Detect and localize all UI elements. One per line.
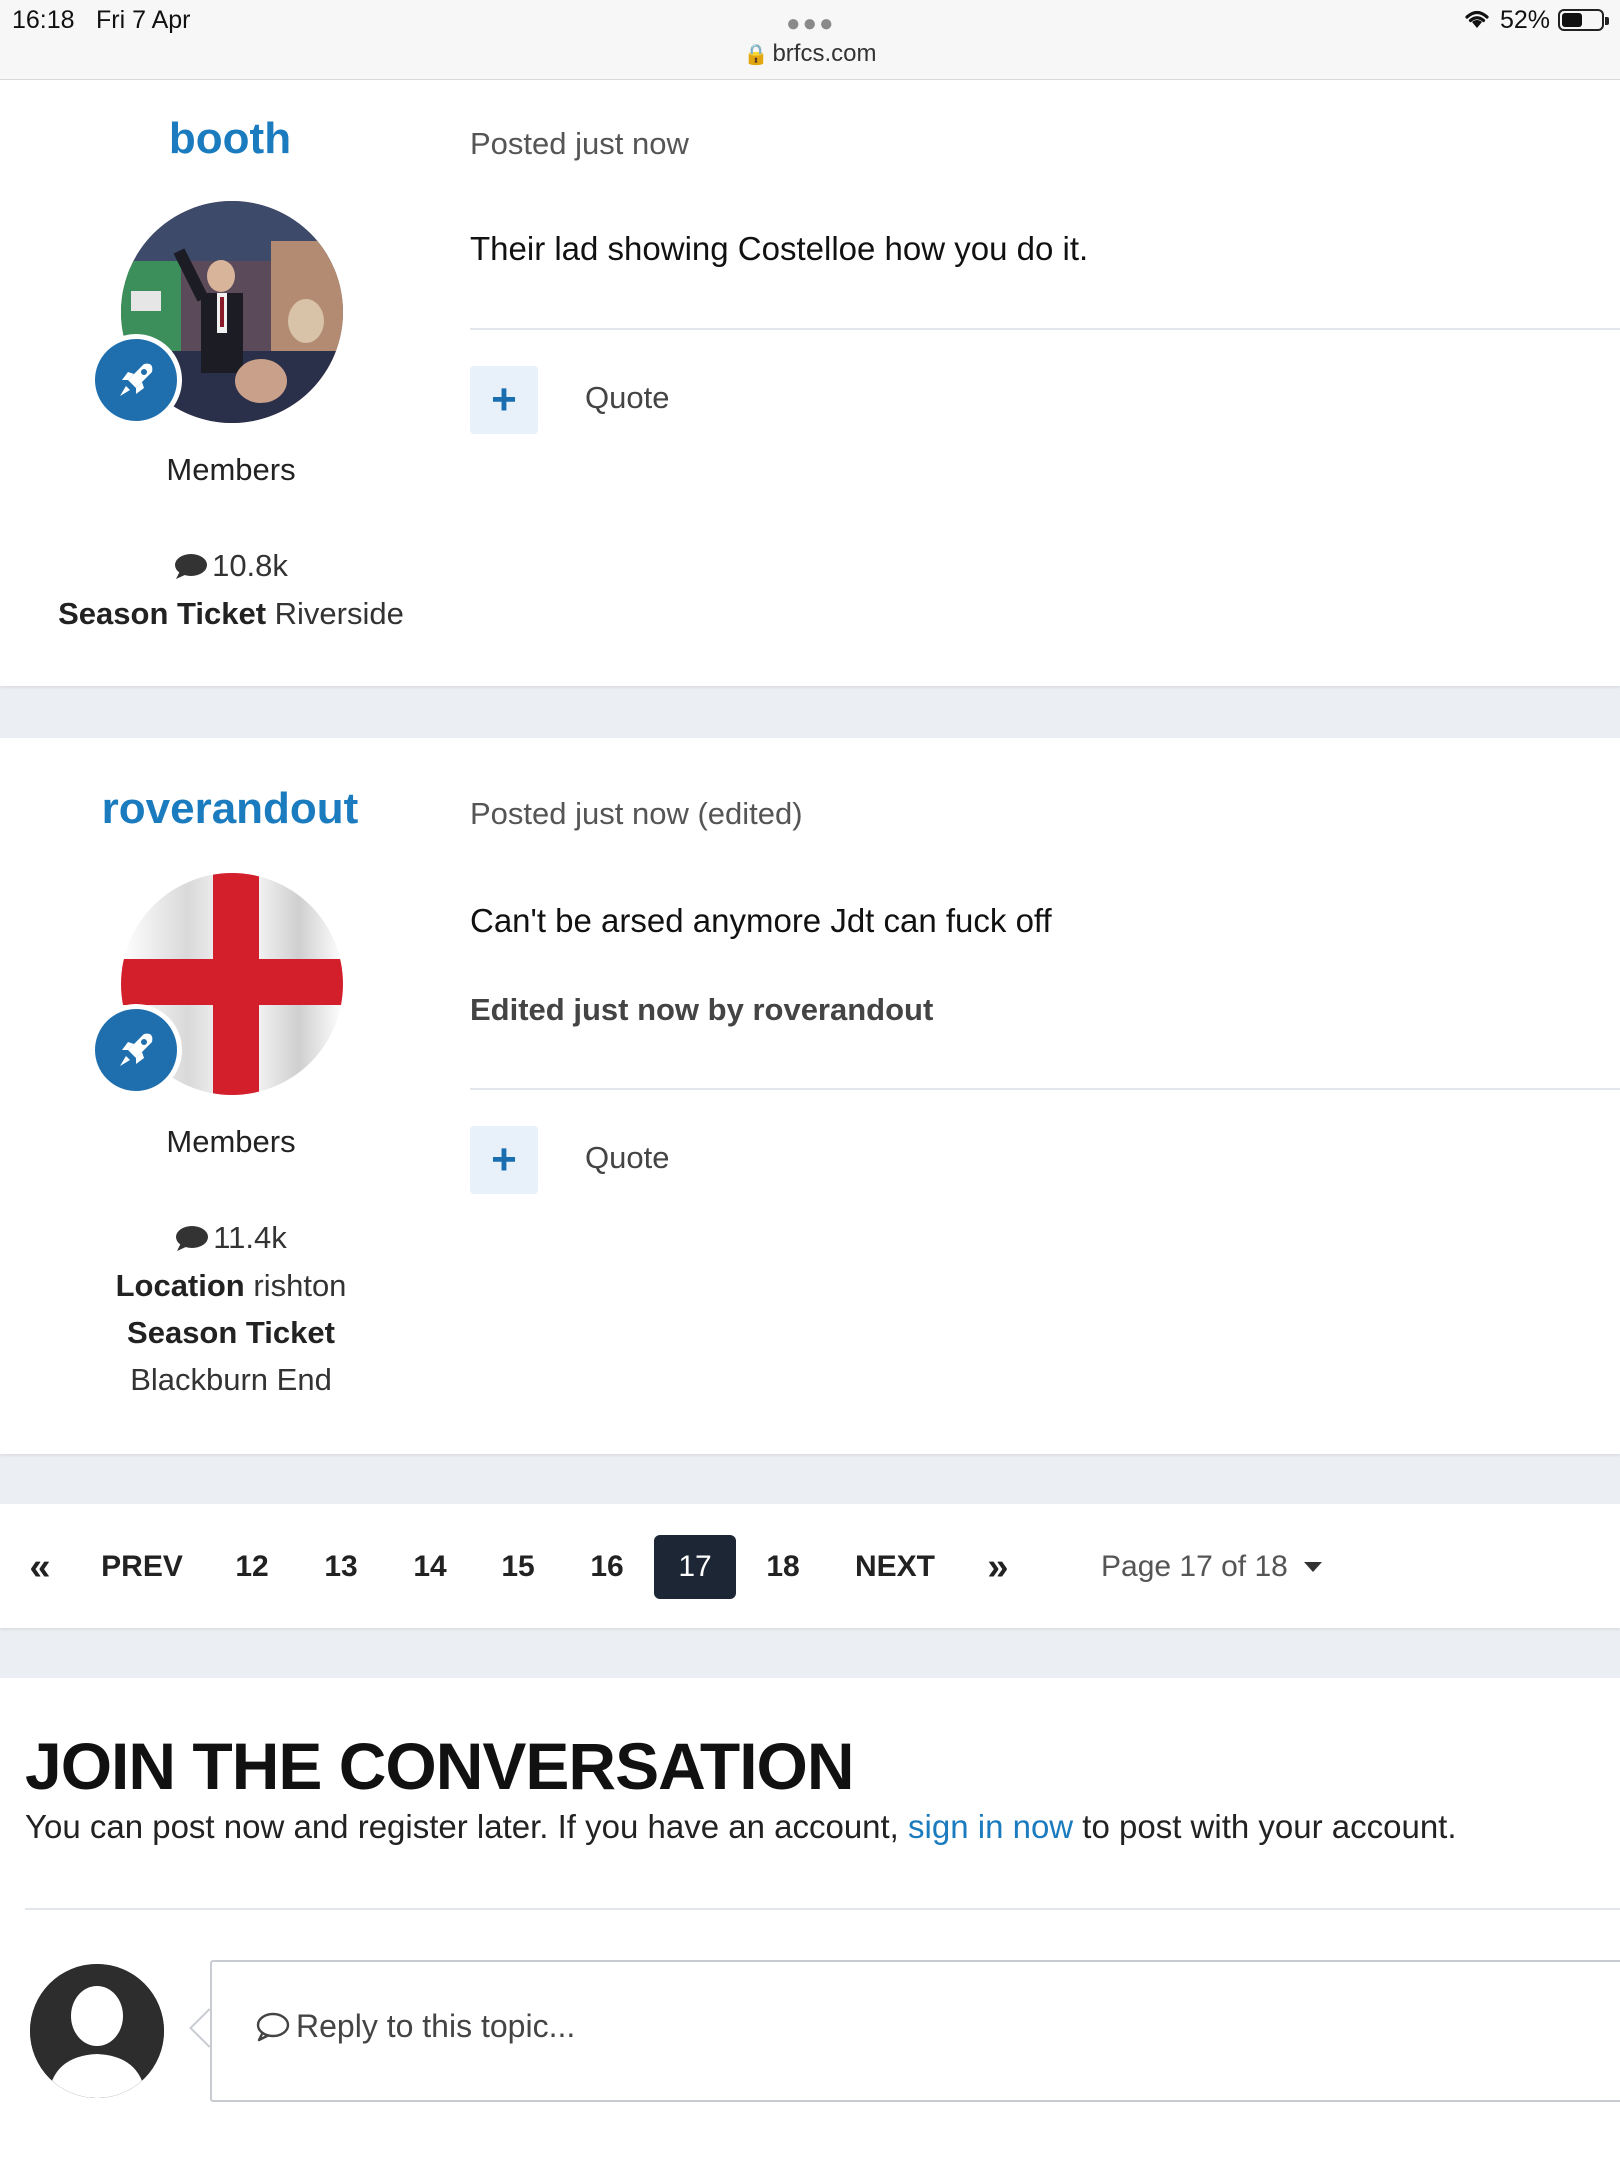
page-link[interactable]: 16 (577, 1535, 637, 1599)
reply-editor[interactable]: Reply to this topic... (210, 1960, 1620, 2102)
pagination: « PREV 12 13 14 15 16 17 18 NEXT » Page … (0, 1504, 1620, 1628)
field-value: Blackburn End (130, 1362, 332, 1397)
field-label: Location (115, 1268, 245, 1303)
post-count: 10.8k (0, 548, 462, 584)
post-count-value: 11.4k (213, 1220, 287, 1255)
sign-in-link[interactable]: sign in now (908, 1808, 1073, 1845)
field-label: Season Ticket (58, 596, 267, 631)
page-link-current[interactable]: 17 (654, 1535, 736, 1599)
author-name[interactable]: booth (0, 114, 460, 164)
rocket-icon (90, 1004, 182, 1096)
post-content: Can't be arsed anymore Jdt can fuck off (470, 902, 1052, 939)
profile-field-value: Blackburn End (0, 1362, 462, 1398)
profile-field: Location rishton (0, 1268, 462, 1304)
page-link[interactable]: 18 (753, 1535, 813, 1599)
reply-placeholder-text: Reply to this topic... (296, 2008, 576, 2044)
join-text-after: to post with your account. (1073, 1808, 1457, 1845)
status-date: Fri 7 Apr (96, 6, 191, 34)
quote-button[interactable]: Quote (585, 380, 669, 416)
prev-button[interactable]: PREV (94, 1535, 190, 1599)
post-count: 11.4k (0, 1220, 462, 1256)
more-dots-icon[interactable]: ●●● (786, 10, 836, 38)
status-bar: 16:18 Fri 7 Apr ●●● 🔒 brfcs.com 52% (0, 0, 1620, 80)
comment-outline-icon (256, 2012, 290, 2042)
join-title: JOIN THE CONVERSATION (25, 1729, 855, 1803)
comment-icon (175, 554, 208, 579)
join-text-before: You can post now and register later. If … (25, 1808, 909, 1845)
field-value: Riverside (274, 596, 404, 631)
page-link[interactable]: 15 (488, 1535, 548, 1599)
multiquote-button[interactable]: + (470, 1126, 538, 1194)
lock-icon: 🔒 (743, 44, 769, 66)
page-link[interactable]: 14 (400, 1535, 460, 1599)
member-group: Members (166, 452, 296, 487)
divider (470, 1088, 1620, 1090)
edited-note: Edited just now by roverandout (470, 992, 934, 1027)
post: roverandout Members 11.4k Location risht… (0, 738, 1620, 1454)
next-button[interactable]: NEXT (848, 1535, 942, 1599)
profile-field: Season Ticket (0, 1315, 462, 1351)
user-avatar-placeholder-icon (30, 1964, 164, 2098)
rocket-icon (90, 334, 182, 426)
wifi-icon (1465, 10, 1489, 28)
post-meta[interactable]: Posted just now (edited) (470, 796, 803, 832)
post-meta[interactable]: Posted just now (470, 126, 689, 162)
comment-icon (176, 1226, 209, 1251)
quote-button[interactable]: Quote (585, 1140, 669, 1176)
battery-icon (1558, 9, 1609, 31)
reply-placeholder: Reply to this topic... (256, 2008, 575, 2045)
url-text: brfcs.com (772, 40, 877, 67)
divider (25, 1908, 1620, 1910)
page-link[interactable]: 12 (222, 1535, 282, 1599)
field-value: rishton (253, 1268, 347, 1303)
join-text: You can post now and register later. If … (25, 1808, 1457, 1846)
join-conversation: JOIN THE CONVERSATION You can post now a… (0, 1678, 1620, 2160)
page-link[interactable]: 13 (311, 1535, 371, 1599)
last-page-button[interactable]: » (976, 1535, 1020, 1599)
member-group: Members (166, 1124, 296, 1159)
caret-down-icon (1303, 1562, 1322, 1572)
divider (470, 328, 1620, 330)
author-name[interactable]: roverandout (0, 784, 460, 834)
field-label: Season Ticket (127, 1315, 335, 1350)
first-page-button[interactable]: « (18, 1535, 62, 1599)
address-bar[interactable]: 🔒 brfcs.com (0, 40, 1620, 68)
battery-percent: 52% (1500, 6, 1551, 34)
post-count-value: 10.8k (212, 548, 288, 583)
post: booth Members 10.8k Season Ticket Rivers… (0, 80, 1620, 686)
post-content: Their lad showing Costelloe how you do i… (470, 230, 1089, 267)
status-time: 16:18 (12, 6, 75, 34)
profile-field: Season Ticket Riverside (0, 596, 462, 632)
page-jump-label: Page 17 of 18 (1101, 1550, 1288, 1583)
page-jump-dropdown[interactable]: Page 17 of 18 (1101, 1535, 1322, 1599)
multiquote-button[interactable]: + (470, 366, 538, 434)
